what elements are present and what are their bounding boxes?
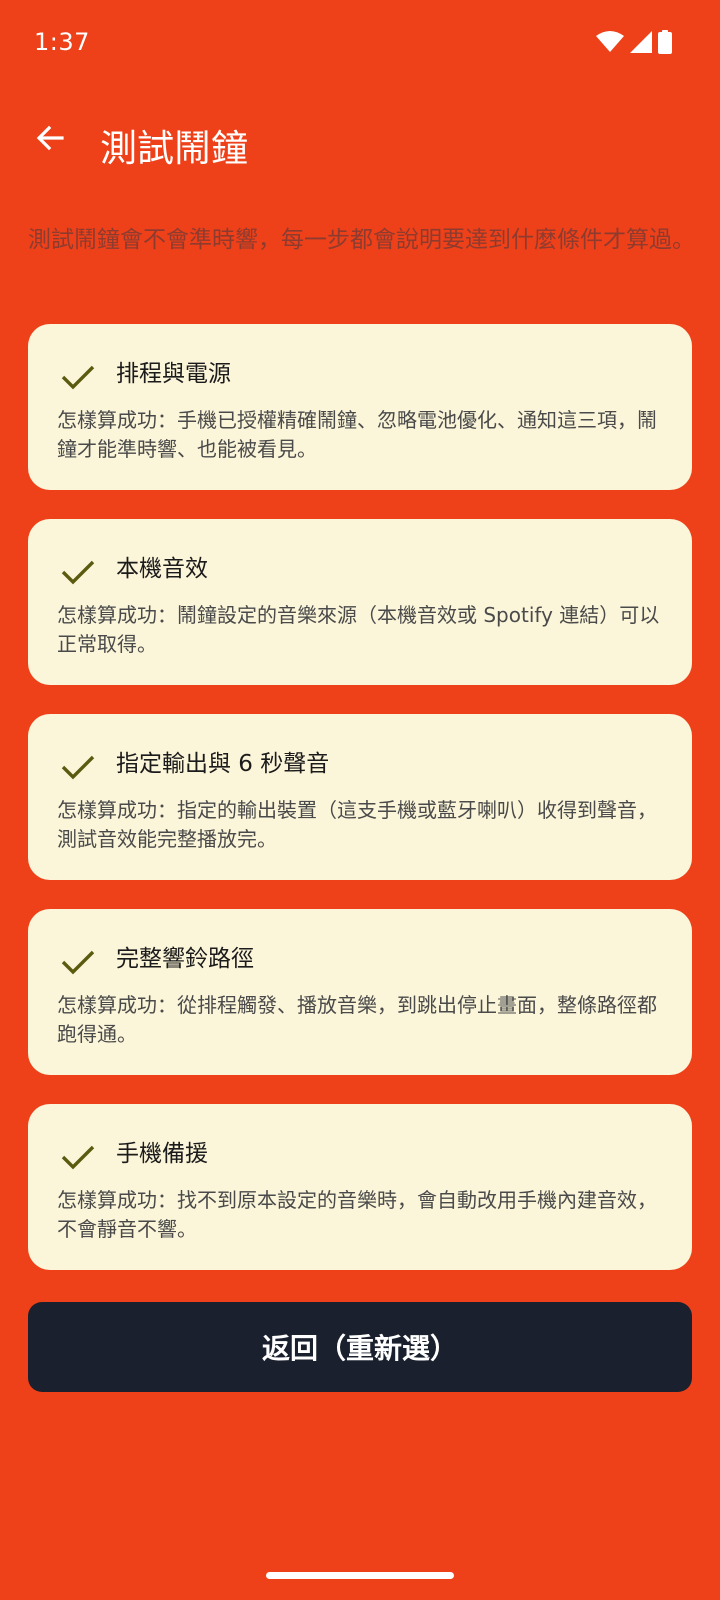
check-card-title: 完整響鈴路徑 xyxy=(116,946,254,972)
back-button[interactable] xyxy=(26,116,74,164)
home-indicator[interactable] xyxy=(266,1572,454,1579)
arrow-back-icon xyxy=(34,122,66,158)
check-icon xyxy=(58,552,98,592)
app-bar: 測試鬧鐘 xyxy=(0,100,720,184)
check-icon xyxy=(58,747,98,787)
check-list: 排程與電源 怎樣算成功：手機已授權精確鬧鐘、忽略電池優化、通知這三項，鬧鐘才能準… xyxy=(28,324,692,1299)
wifi-icon xyxy=(596,31,624,57)
intro-text: 測試鬧鐘會不會準時響，每一步都會說明要達到什麼條件才算過。 xyxy=(28,227,695,253)
check-card-description: 怎樣算成功：鬧鐘設定的音樂來源（本機音效或 Spotify 連結）可以正常取得。 xyxy=(57,603,660,656)
check-card-phone-fallback: 手機備援 怎樣算成功：找不到原本設定的音樂時，會自動改用手機內建音效，不會靜音不… xyxy=(28,1104,692,1270)
page-title: 測試鬧鐘 xyxy=(100,127,248,170)
check-icon xyxy=(58,942,98,982)
check-card-ring-path: 完整響鈴路徑 怎樣算成功：從排程觸發、播放音樂，到跳出停止畫面，整條路徑都跑得通… xyxy=(28,909,692,1075)
signal-icon xyxy=(630,31,652,57)
check-card-title: 本機音效 xyxy=(116,556,208,582)
status-bar: 1:37 xyxy=(0,0,720,86)
check-card-description: 怎樣算成功：找不到原本設定的音樂時，會自動改用手機內建音效，不會靜音不響。 xyxy=(57,1188,657,1241)
check-card-title: 指定輸出與 6 秒聲音 xyxy=(116,751,330,777)
check-card-title: 排程與電源 xyxy=(116,361,231,387)
check-card-output-sound: 指定輸出與 6 秒聲音 怎樣算成功：指定的輸出裝置（這支手機或藍牙喇叭）收得到聲… xyxy=(28,714,692,880)
back-reselect-button[interactable]: 返回（重新選） xyxy=(28,1302,692,1392)
check-card-description: 怎樣算成功：手機已授權精確鬧鐘、忽略電池優化、通知這三項，鬧鐘才能準時響、也能被… xyxy=(57,408,657,461)
battery-icon xyxy=(658,30,672,58)
check-card-description: 怎樣算成功：從排程觸發、播放音樂，到跳出停止畫面，整條路徑都跑得通。 xyxy=(57,993,657,1046)
check-card-schedule-power: 排程與電源 怎樣算成功：手機已授權精確鬧鐘、忽略電池優化、通知這三項，鬧鐘才能準… xyxy=(28,324,692,490)
check-card-title: 手機備援 xyxy=(116,1141,208,1167)
check-card-description: 怎樣算成功：指定的輸出裝置（這支手機或藍牙喇叭）收得到聲音，測試音效能完整播放完… xyxy=(57,798,657,851)
status-time: 1:37 xyxy=(34,28,90,56)
check-icon xyxy=(58,357,98,397)
check-card-local-sound: 本機音效 怎樣算成功：鬧鐘設定的音樂來源（本機音效或 Spotify 連結）可以… xyxy=(28,519,692,685)
check-icon xyxy=(58,1137,98,1177)
status-icons xyxy=(596,30,672,58)
